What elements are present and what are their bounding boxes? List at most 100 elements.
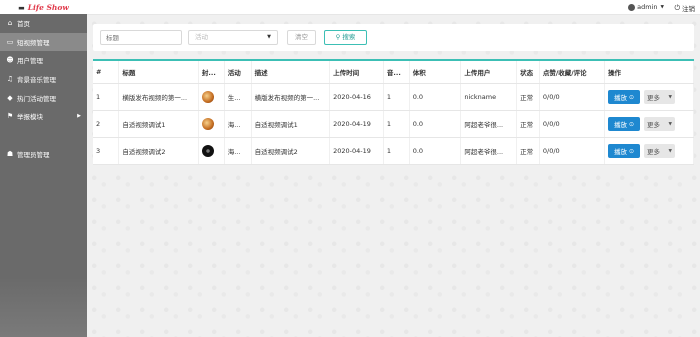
pot-icon: ▬ (18, 2, 25, 12)
sidebar-item-label: 背景音乐管理 (17, 76, 56, 85)
home-icon: ⌂ (7, 19, 13, 28)
column-header: 上传用户 (460, 61, 518, 84)
more-label: 更多 (647, 121, 661, 129)
logout-button[interactable]: ⏻ 注销 (674, 3, 695, 14)
cell-desc: 自适视频调试2 (251, 137, 331, 165)
sidebar-item-videos[interactable]: ▭ 短视频管理 (0, 32, 87, 52)
logout-label: 注销 (682, 5, 695, 13)
cell-title: 自适视频调试2 (118, 137, 199, 165)
main-content: 活动 ▼ 清空 ⚲ 搜索 # 标题 封... 活动 描述 上传时间 (87, 15, 700, 337)
cell-user: nickname (460, 83, 518, 111)
search-button-label: 搜索 (342, 33, 356, 41)
cell-music: 1 (383, 137, 410, 165)
user-icon: ☻ (6, 56, 14, 65)
cover-thumbnail[interactable] (201, 91, 214, 103)
cell-user: 阿超老爷很... (460, 110, 518, 138)
play-button-label: 播放 (614, 94, 627, 102)
cell-music: 1 (383, 83, 410, 111)
cell-cover (198, 110, 225, 138)
cover-thumbnail[interactable] (201, 118, 214, 130)
cell-size: 0.0 (409, 83, 462, 111)
cell-music: 1 (383, 110, 410, 138)
column-header: 标题 (118, 61, 199, 84)
more-dropdown[interactable]: 更多 ▼ (644, 117, 676, 131)
column-header: 操作 (604, 61, 694, 84)
search-icon: ⚲ (335, 33, 341, 41)
tag-icon: ◆ (7, 93, 13, 102)
chevron-right-icon: ▶ (77, 113, 81, 120)
play-button-label: 播放 (614, 148, 627, 156)
table-row: 1 横版发布视频的第一... 生... 横版发布视频的第一... 2020-04… (93, 83, 694, 111)
admin-icon: ☗ (6, 149, 14, 158)
cell-activity: 海... (224, 137, 252, 165)
cell-cover (198, 137, 225, 165)
column-header: 点赞/收藏/评论 (539, 61, 606, 84)
cell-cover (198, 83, 225, 111)
sidebar-footer (0, 277, 87, 337)
more-dropdown[interactable]: 更多 ▼ (644, 90, 676, 104)
cell-actions: 播放 ⊙ 更多 ▼ (604, 137, 694, 165)
cell-activity: 生... (224, 83, 252, 111)
sidebar-item-users[interactable]: ☻ 用户管理 (0, 51, 87, 70)
cell-activity: 海... (224, 110, 252, 138)
caret-down-icon: ▼ (267, 34, 271, 40)
cell-status: 正常 (516, 83, 540, 111)
clear-button[interactable]: 清空 (287, 30, 316, 45)
brand-logo[interactable]: ▬ Life Show (0, 0, 87, 14)
table-header-row: # 标题 封... 活动 描述 上传时间 音... 体积 上传用户 状态 点赞/… (93, 61, 694, 84)
brand-name: Life Show (27, 2, 69, 12)
sidebar-item-label: 管理员管理 (17, 150, 50, 159)
chevron-down-icon: ▼ (668, 148, 673, 154)
column-header: # (93, 61, 120, 84)
cell-no: 3 (93, 137, 120, 165)
video-table: # 标题 封... 活动 描述 上传时间 音... 体积 上传用户 状态 点赞/… (93, 61, 694, 165)
cell-time: 2020-04-16 (329, 83, 384, 111)
sidebar-item-admins[interactable]: ☗ 管理员管理 (0, 145, 87, 164)
cell-title: 横版发布视频的第一... (118, 83, 199, 111)
sidebar-item-activities[interactable]: ◆ 热门活动管理 (0, 88, 87, 107)
sidebar-item-label: 热门活动管理 (17, 94, 56, 103)
play-icon: ⊙ (629, 147, 635, 155)
cell-actions: 播放 ⊙ 更多 ▼ (604, 83, 694, 111)
more-label: 更多 (647, 148, 661, 156)
chevron-down-icon: ▼ (668, 121, 673, 127)
video-table-panel: # 标题 封... 活动 描述 上传时间 音... 体积 上传用户 状态 点赞/… (93, 59, 694, 165)
user-avatar-icon (628, 3, 636, 11)
title-search-input[interactable] (100, 30, 182, 45)
cell-stats: 0/0/0 (539, 83, 606, 111)
sidebar: ▬ Life Show ⌂ 首页 ▭ 短视频管理 ☻ 用户管理 ♫ 背景音乐管理… (0, 0, 87, 337)
user-menu[interactable]: admin ▼ (628, 3, 664, 11)
cell-time: 2020-04-19 (329, 137, 384, 165)
cell-status: 正常 (516, 110, 540, 138)
play-button[interactable]: 播放 ⊙ (608, 117, 641, 131)
chevron-down-icon: ▼ (668, 94, 673, 100)
search-button[interactable]: ⚲ 搜索 (324, 30, 367, 45)
sidebar-item-music[interactable]: ♫ 背景音乐管理 (0, 70, 87, 89)
nav-spacer (0, 126, 87, 145)
play-button[interactable]: 播放 ⊙ (608, 90, 641, 104)
more-dropdown[interactable]: 更多 ▼ (644, 144, 676, 158)
column-header: 状态 (516, 61, 540, 84)
column-header: 上传时间 (329, 61, 384, 84)
cell-time: 2020-04-19 (329, 110, 384, 138)
play-icon: ⊙ (629, 120, 635, 128)
sidebar-item-home[interactable]: ⌂ 首页 (0, 14, 87, 33)
username: admin (637, 3, 658, 11)
sidebar-nav: ⌂ 首页 ▭ 短视频管理 ☻ 用户管理 ♫ 背景音乐管理 ◆ 热门活动管理 ⚑ … (0, 14, 87, 163)
cell-actions: 播放 ⊙ 更多 ▼ (604, 110, 694, 138)
flag-icon: ⚑ (6, 112, 14, 121)
top-bar: admin ▼ ⏻ 注销 (87, 0, 700, 15)
sidebar-item-label: 短视频管理 (17, 38, 50, 47)
cell-desc: 自适视频调试1 (251, 110, 331, 138)
cell-no: 2 (93, 110, 120, 138)
search-panel: 活动 ▼ 清空 ⚲ 搜索 (93, 24, 694, 51)
cell-stats: 0/0/0 (539, 110, 606, 138)
play-icon: ⊙ (629, 93, 635, 101)
activity-select[interactable]: 活动 ▼ (188, 30, 278, 45)
play-button[interactable]: 播放 ⊙ (608, 144, 641, 158)
sidebar-item-reports[interactable]: ⚑ 举报模块 ▶ (0, 107, 87, 126)
activity-select-placeholder: 活动 (195, 33, 208, 41)
cell-size: 0.0 (409, 137, 462, 165)
cover-thumbnail[interactable] (201, 145, 214, 157)
cell-status: 正常 (516, 137, 540, 165)
